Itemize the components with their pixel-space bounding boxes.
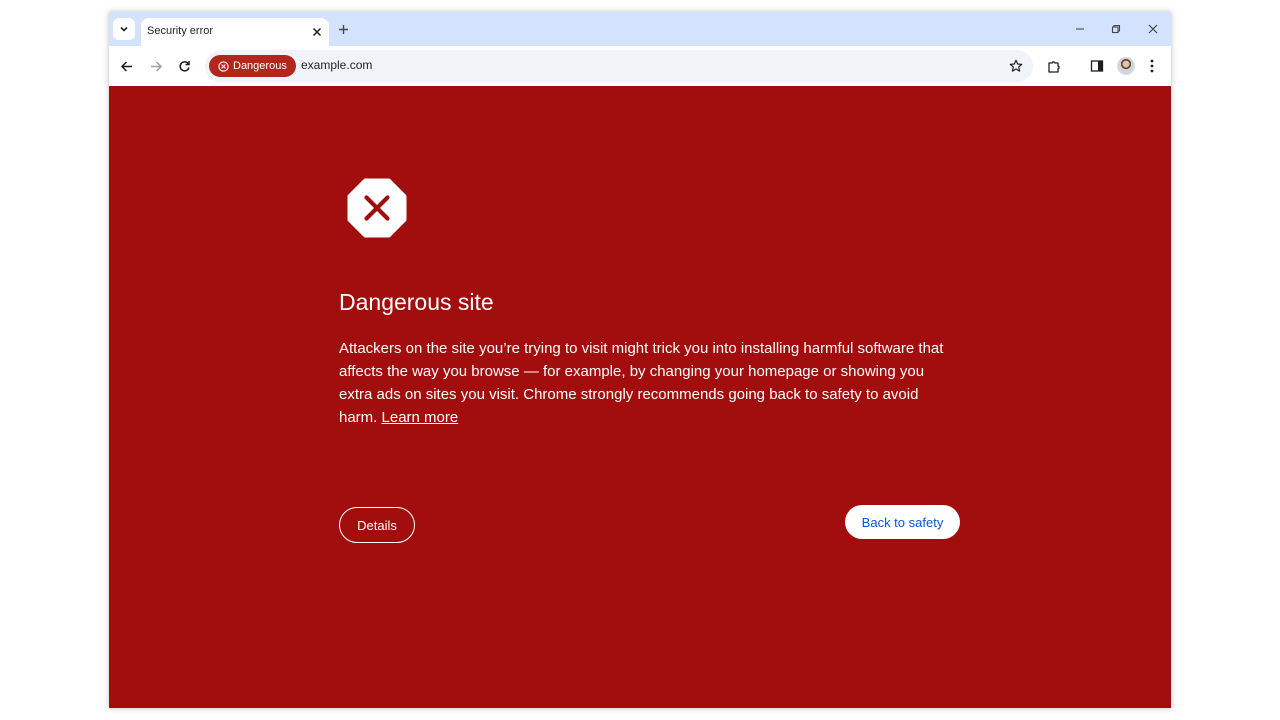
bookmark-button[interactable] <box>1007 57 1025 75</box>
restore-button[interactable] <box>1108 21 1124 37</box>
minimize-button[interactable] <box>1072 21 1088 37</box>
page-title: Dangerous site <box>339 289 494 315</box>
close-icon <box>1148 24 1158 34</box>
tab-close-button[interactable] <box>309 24 325 40</box>
side-panel-button[interactable] <box>1088 57 1106 75</box>
chevron-down-icon <box>120 26 128 32</box>
details-button[interactable]: Details <box>339 507 415 543</box>
menu-button[interactable] <box>1143 57 1161 75</box>
tab-security-error[interactable]: Security error <box>141 18 329 46</box>
close-icon <box>312 27 322 37</box>
minimize-icon <box>1076 28 1084 30</box>
security-chip-dangerous[interactable]: Dangerous <box>209 55 296 77</box>
omnibox[interactable]: Dangerous example.com <box>205 50 1033 82</box>
plus-icon <box>338 24 348 34</box>
tab-search-button[interactable] <box>113 18 135 40</box>
warning-description: Attackers on the site you’re trying to v… <box>339 337 949 429</box>
window-close-button[interactable] <box>1145 21 1161 37</box>
toolbar: Dangerous example.com <box>109 46 1171 86</box>
puzzle-icon <box>1047 60 1060 73</box>
back-arrow-icon <box>120 60 132 72</box>
url-text[interactable]: example.com <box>301 58 372 72</box>
browser-window: Security error Dangerous example.com Dan… <box>109 12 1171 708</box>
tab-title: Security error <box>147 25 214 37</box>
extensions-button[interactable] <box>1045 57 1063 75</box>
stop-octagon-icon <box>347 178 407 238</box>
reload-button[interactable] <box>175 57 193 75</box>
forward-button[interactable] <box>147 57 165 75</box>
side-panel-icon <box>1090 60 1104 72</box>
tab-strip: Security error <box>109 12 1171 46</box>
new-tab-button[interactable] <box>335 21 351 37</box>
forward-arrow-icon <box>150 60 162 72</box>
reload-icon <box>178 60 190 72</box>
interstitial-page: Dangerous site Attackers on the site you… <box>109 86 1171 708</box>
avatar[interactable] <box>1117 57 1135 75</box>
restore-icon <box>1111 24 1121 34</box>
back-to-safety-button[interactable]: Back to safety <box>845 505 960 539</box>
error-circle-icon <box>217 60 229 72</box>
security-chip-label: Dangerous <box>233 60 287 72</box>
kebab-menu-icon <box>1150 59 1154 73</box>
back-button[interactable] <box>117 57 135 75</box>
learn-more-link[interactable]: Learn more <box>382 409 459 426</box>
star-icon <box>1009 59 1023 72</box>
